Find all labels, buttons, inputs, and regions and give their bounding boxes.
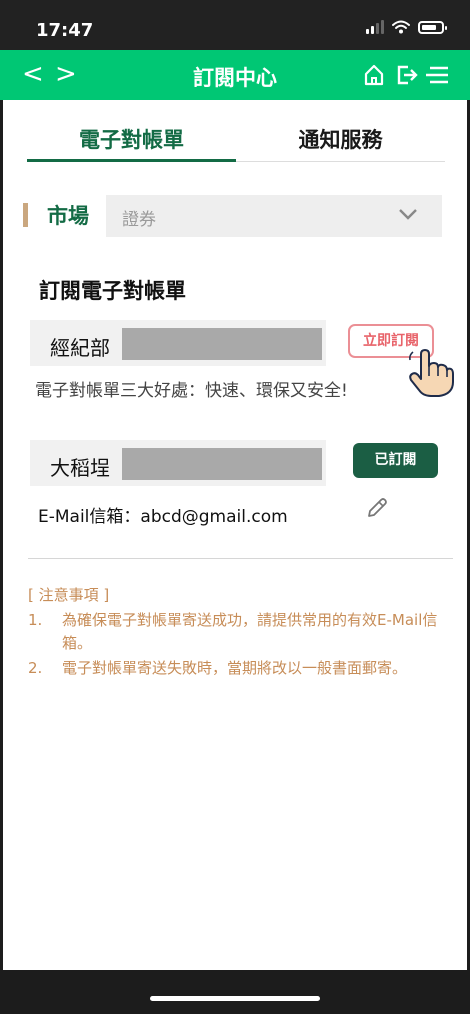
pencil-edit-icon[interactable] [365,496,389,520]
main-content: 電子對帳單 通知服務 市場 證券 訂閱電子對帳單 經紀部 立即訂閱 電子對帳單三… [3,100,467,970]
account-row: 大稻埕 [30,440,326,486]
tab-notification-service[interactable]: 通知服務 [236,122,445,161]
accent-bar [23,203,28,227]
signal-icon [366,20,384,34]
account-row: 經紀部 [30,320,326,366]
divider [28,558,453,559]
status-time: 17:47 [36,20,94,41]
chevron-down-icon [399,209,417,220]
market-select-value: 證券 [122,210,156,230]
account-branch: 大稻埕 [50,456,110,480]
status-bar: 17:47 [0,0,470,50]
tab-bar: 電子對帳單 通知服務 [27,122,445,162]
market-label: 市場 [47,204,89,228]
home-indicator[interactable] [150,996,320,1001]
market-row: 市場 證券 [23,195,443,239]
email-text: E-Mail信箱：abcd@gmail.com [38,507,288,527]
note-item: 1. 為確保電子對帳單寄送成功，請提供常用的有效E-Mail信箱。 [28,609,453,655]
account-number-mask [122,328,322,360]
benefit-text: 電子對帳單三大好處：快速、環保又安全! [35,381,348,401]
notes-section: [ 注意事項 ] 1. 為確保電子對帳單寄送成功，請提供常用的有效E-Mail信… [28,584,453,682]
notes-title: [ 注意事項 ] [28,586,110,604]
menu-icon[interactable] [424,64,450,86]
nav-bar: < > 訂閱中心 [0,50,470,100]
subscribed-button[interactable]: 已訂閱 [353,443,438,478]
note-number: 2. [28,659,43,677]
account-number-mask [122,448,322,480]
pointer-hand-icon [409,349,454,397]
wifi-icon [392,20,410,34]
section-title: 訂閱電子對帳單 [39,279,186,303]
note-text: 為確保電子對帳單寄送成功，請提供常用的有效E-Mail信箱。 [62,611,438,652]
note-text: 電子對帳單寄送失敗時，當期將改以一般書面郵寄。 [62,659,408,677]
note-number: 1. [28,611,43,629]
tab-e-statement[interactable]: 電子對帳單 [27,122,236,162]
home-icon[interactable] [364,64,384,86]
battery-icon [418,20,447,34]
note-item: 2. 電子對帳單寄送失敗時，當期將改以一般書面郵寄。 [28,657,453,680]
status-icons [366,20,447,34]
account-branch: 經紀部 [50,336,110,360]
market-select[interactable]: 證券 [106,195,442,237]
logout-icon[interactable] [396,64,418,86]
